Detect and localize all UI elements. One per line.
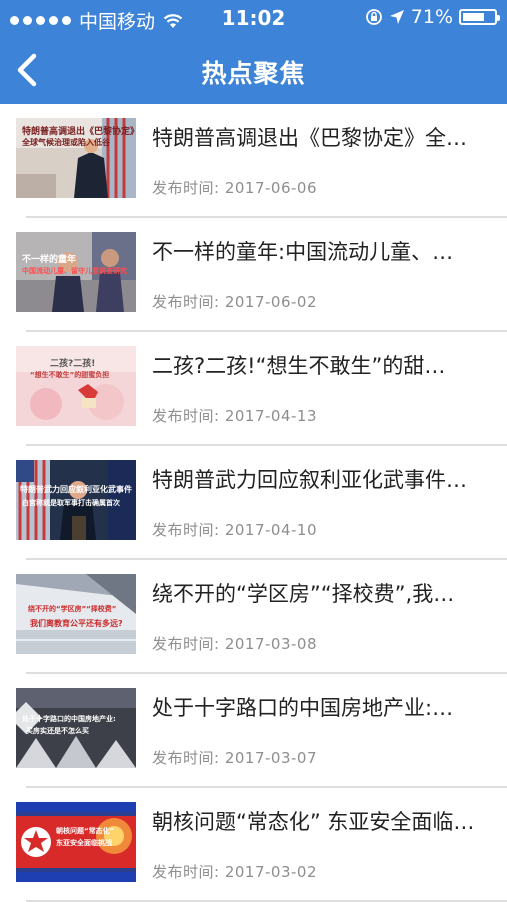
battery-percent: 71% — [410, 6, 453, 28]
list-item[interactable]: 不一样的童年 中国流动儿童、留守儿童调查研究 不一样的童年:中国流动儿童、… 发… — [0, 218, 507, 332]
article-date: 发布时间: 2017-06-06 — [152, 179, 318, 197]
article-thumbnail: 朝核问题“常态化” 东亚安全面临挑战 — [16, 802, 136, 882]
article-title: 特朗普武力回应叙利亚化武事件… — [152, 468, 467, 492]
article-thumbnail: 绕不开的“学区房”“择校费” 我们离教育公平还有多远? — [16, 574, 136, 654]
article-date: 发布时间: 2017-03-08 — [152, 635, 318, 653]
list-item[interactable]: 处于十字路口的中国房地产业: 买房实还是不怎么买 处于十字路口的中国房地产业:…… — [0, 674, 507, 788]
list-item[interactable]: 特朗普武力回应叙利亚化武事件 白宫称就是取军事打击确属首次 特朗普武力回应叙利亚… — [0, 446, 507, 560]
rotation-lock-icon — [365, 9, 382, 25]
navigation-bar: 热点聚焦 — [0, 36, 507, 104]
list-item[interactable]: 绕不开的“学区房”“择校费” 我们离教育公平还有多远? 绕不开的“学区房”“择校… — [0, 560, 507, 674]
article-title: 绕不开的“学区房”“择校费”,我… — [152, 582, 455, 606]
article-thumbnail: 二孩?二孩! “想生不敢生”的甜蜜负担 — [16, 346, 136, 426]
article-thumbnail: 特朗普高调退出《巴黎协定》 全球气候治理或陷入低谷 — [16, 118, 136, 198]
status-bar: 中国移动 11:02 71% — [0, 0, 507, 36]
article-date: 发布时间: 2017-04-10 — [152, 521, 318, 539]
article-thumbnail: 特朗普武力回应叙利亚化武事件 白宫称就是取军事打击确属首次 — [16, 460, 136, 540]
article-thumbnail: 处于十字路口的中国房地产业: 买房实还是不怎么买 — [16, 688, 136, 768]
article-title: 特朗普高调退出《巴黎协定》全… — [152, 126, 467, 150]
article-title: 处于十字路口的中国房地产业:… — [152, 696, 454, 720]
article-title: 二孩?二孩!“想生不敢生”的甜… — [152, 354, 446, 378]
article-date: 发布时间: 2017-04-13 — [152, 407, 318, 425]
list-item[interactable]: 特朗普高调退出《巴黎协定》 全球气候治理或陷入低谷 特朗普高调退出《巴黎协定》全… — [0, 104, 507, 218]
page-title: 热点聚焦 — [201, 59, 306, 88]
article-date: 发布时间: 2017-03-02 — [152, 863, 318, 881]
article-date: 发布时间: 2017-03-07 — [152, 749, 318, 767]
location-arrow-icon — [389, 10, 404, 24]
list-item[interactable]: 二孩?二孩! “想生不敢生”的甜蜜负担 二孩?二孩!“想生不敢生”的甜… 发布时… — [0, 332, 507, 446]
article-title: 朝核问题“常态化” 东亚安全面临… — [152, 810, 475, 834]
article-date: 发布时间: 2017-06-02 — [152, 293, 318, 311]
article-list: 特朗普高调退出《巴黎协定》 全球气候治理或陷入低谷 特朗普高调退出《巴黎协定》全… — [0, 104, 507, 902]
list-item[interactable]: 朝核问题“常态化” 东亚安全面临挑战 朝核问题“常态化” 东亚安全面临… 发布时… — [0, 788, 507, 902]
article-thumbnail: 不一样的童年 中国流动儿童、留守儿童调查研究 — [16, 232, 136, 312]
article-title: 不一样的童年:中国流动儿童、… — [152, 240, 454, 264]
battery-icon — [459, 9, 500, 25]
app-header: 中国移动 11:02 71% 热点聚焦 — [0, 0, 507, 104]
